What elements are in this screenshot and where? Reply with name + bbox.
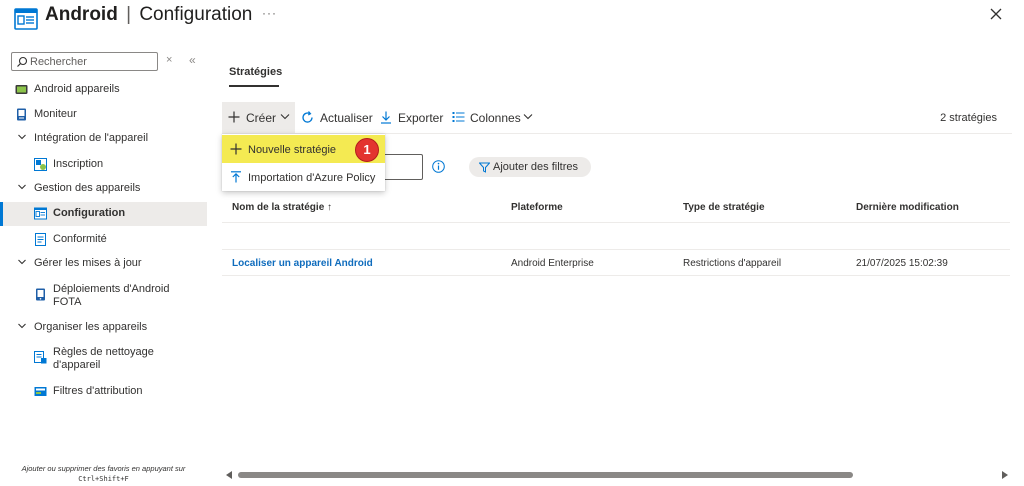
- page-title-main: Android: [45, 4, 118, 25]
- more-options-button[interactable]: ···: [262, 6, 277, 20]
- refresh-label: Actualiser: [320, 111, 373, 125]
- sidebar-item-label: Inscription: [53, 158, 104, 170]
- page-title: Android | Configuration: [45, 4, 252, 26]
- clear-search-icon[interactable]: ×: [166, 54, 176, 66]
- column-header-type[interactable]: Type de stratégie: [683, 202, 765, 213]
- chevron-down-icon: [17, 182, 27, 192]
- sidebar-group-device-management[interactable]: Gestion des appareils: [0, 177, 207, 201]
- sidebar-item-label: Filtres d'attribution: [53, 385, 143, 397]
- sidebar-item-compliance[interactable]: Conformité: [0, 228, 207, 252]
- collapse-sidebar-icon[interactable]: «: [189, 53, 196, 67]
- configuration-icon: [34, 207, 47, 220]
- scroll-right-icon[interactable]: [1002, 471, 1008, 479]
- info-icon[interactable]: [432, 160, 445, 173]
- create-label: Créer: [246, 111, 277, 125]
- sidebar-group-label: Gestion des appareils: [34, 182, 141, 194]
- search-box[interactable]: [11, 52, 158, 71]
- columns-icon: [452, 112, 465, 122]
- add-filters-button[interactable]: Ajouter des filtres: [469, 157, 591, 177]
- sidebar-item-android-fota[interactable]: Déploiements d'Android FOTA: [0, 280, 207, 314]
- search-input[interactable]: [30, 54, 154, 69]
- search-icon: [16, 56, 28, 68]
- filter-icon: [34, 385, 47, 398]
- page-title-sub: Configuration: [139, 4, 253, 25]
- sidebar-group-organize-devices[interactable]: Organiser les appareils: [0, 316, 207, 340]
- sidebar-group-manage-updates[interactable]: Gérer les mises à jour: [0, 252, 207, 276]
- refresh-icon: [302, 111, 313, 123]
- menu-item-label: Nouvelle stratégie: [248, 144, 337, 156]
- columns-label: Colonnes: [470, 111, 521, 125]
- upload-icon: [231, 171, 241, 183]
- sidebar-item-configuration[interactable]: Configuration: [0, 202, 207, 226]
- chevron-down-icon: [17, 257, 27, 267]
- chevron-down-icon: [17, 321, 27, 331]
- policy-platform: Android Enterprise: [511, 258, 594, 269]
- create-button[interactable]: Créer: [222, 102, 295, 134]
- cleanup-icon: [34, 351, 47, 364]
- favorites-hint-text: Ajouter ou supprimer des favoris en appu…: [21, 464, 186, 473]
- sidebar-item-android-devices[interactable]: Android appareils: [0, 78, 207, 102]
- sidebar-item-enrollment[interactable]: Inscription: [0, 153, 207, 177]
- sidebar-item-label: Android appareils: [34, 83, 120, 95]
- plus-icon: [230, 143, 242, 155]
- policy-name-link[interactable]: Localiser un appareil Android: [232, 258, 373, 269]
- sort-ascending-icon: ↑: [327, 202, 333, 213]
- sidebar-item-monitor[interactable]: Moniteur: [0, 103, 207, 127]
- sidebar-item-label: Moniteur: [34, 108, 77, 120]
- favorites-shortcut: Ctrl+Shift+F: [78, 475, 129, 483]
- configuration-app-icon: [14, 8, 38, 30]
- export-label: Exporter: [398, 111, 444, 125]
- device-icon: [15, 83, 28, 96]
- step-badge: 1: [355, 138, 379, 162]
- column-header-name[interactable]: Nom de la stratégie ↑: [232, 202, 332, 213]
- sidebar-group-device-onboarding[interactable]: Intégration de l'appareil: [0, 127, 207, 151]
- export-button[interactable]: Exporter: [380, 102, 444, 134]
- plus-icon: [228, 111, 240, 123]
- menu-item-label: Importation d'Azure Policy: [248, 172, 376, 184]
- sidebar-item-label: Déploiements d'Android FOTA: [53, 283, 170, 308]
- sidebar-item-label: Règles de nettoyage d'appareil: [53, 346, 154, 371]
- favorites-hint: Ajouter ou supprimer des favoris en appu…: [0, 464, 207, 484]
- column-header-label: Nom de la stratégie: [232, 202, 325, 213]
- chevron-down-icon: [523, 114, 533, 120]
- toolbar: Créer Actualiser Exporter Colonnes 2 str…: [222, 102, 1012, 134]
- menu-item-import-azure-policy[interactable]: Importation d'Azure Policy: [222, 163, 385, 191]
- funnel-icon: [479, 162, 490, 173]
- compliance-icon: [34, 233, 47, 246]
- policy-type: Restrictions d'appareil: [683, 258, 782, 269]
- monitor-icon: [15, 108, 28, 121]
- sidebar-group-label: Intégration de l'appareil: [34, 132, 149, 144]
- column-header-last-modified[interactable]: Dernière modification: [856, 202, 959, 213]
- close-icon[interactable]: [988, 6, 1004, 22]
- scroll-left-icon[interactable]: [226, 471, 232, 479]
- sidebar-item-assignment-filters[interactable]: Filtres d'attribution: [0, 380, 207, 404]
- chevron-down-icon: [280, 114, 290, 120]
- refresh-button[interactable]: Actualiser: [301, 102, 373, 134]
- download-icon: [381, 111, 391, 124]
- tab-active-indicator: [229, 85, 279, 87]
- table-header-divider: [222, 222, 1010, 223]
- enroll-icon: [34, 158, 47, 171]
- sidebar: × « Android appareils Moniteur Intégrati…: [0, 50, 207, 486]
- add-filters-label: Ajouter des filtres: [493, 161, 578, 173]
- scrollbar-thumb[interactable]: [238, 472, 853, 478]
- chevron-down-icon: [17, 132, 27, 142]
- sidebar-group-label: Gérer les mises à jour: [34, 257, 142, 269]
- title-separator: |: [126, 4, 132, 25]
- sidebar-item-label: Conformité: [53, 233, 107, 245]
- fota-icon: [34, 288, 47, 301]
- horizontal-scrollbar[interactable]: [222, 468, 1012, 482]
- sidebar-item-cleanup-rules[interactable]: Règles de nettoyage d'appareil: [0, 343, 207, 377]
- policy-count: 2 stratégies: [940, 112, 997, 124]
- policy-last-modified: 21/07/2025 15:02:39: [856, 258, 948, 269]
- sidebar-group-label: Organiser les appareils: [34, 321, 148, 333]
- sidebar-item-label: Configuration: [53, 207, 126, 219]
- columns-button[interactable]: Colonnes: [452, 102, 534, 134]
- row-divider: [222, 249, 1010, 250]
- page-header: Android | Configuration ···: [0, 0, 1024, 40]
- row-divider: [222, 275, 1010, 276]
- column-header-platform[interactable]: Plateforme: [511, 202, 563, 213]
- tab-strategies[interactable]: Stratégies: [229, 66, 282, 78]
